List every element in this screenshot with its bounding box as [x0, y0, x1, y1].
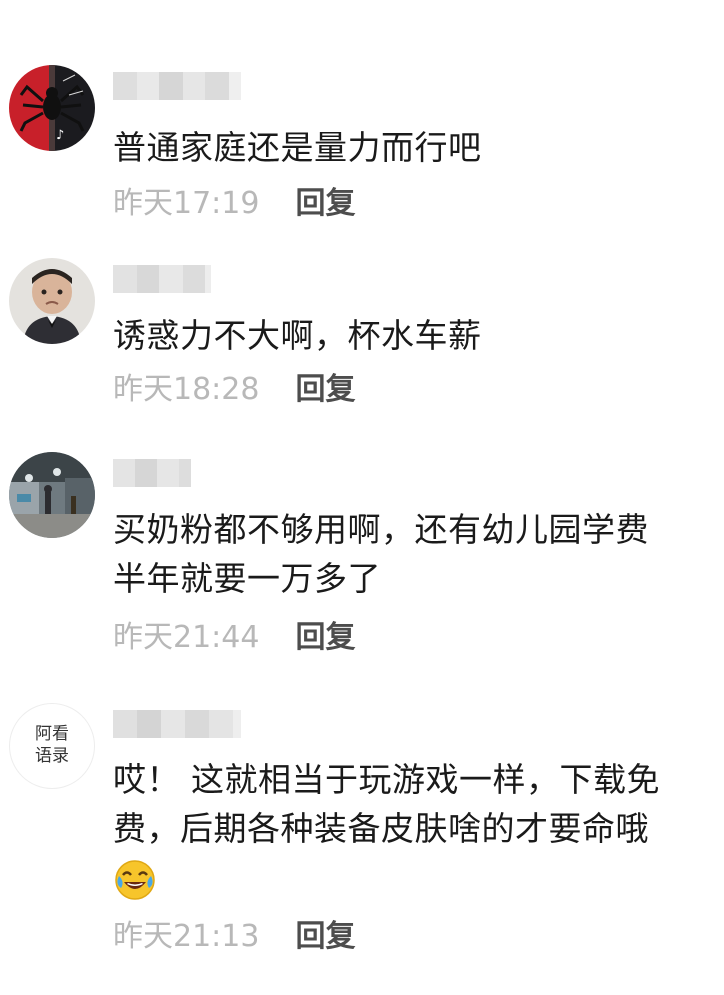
username-blurred[interactable] [113, 72, 241, 100]
reply-button[interactable]: 回复 [295, 184, 355, 224]
avatar-logo-line: 阿看 [35, 724, 69, 744]
avatar-logo-line: 语录 [35, 746, 69, 766]
comment-meta: 昨天18:28 回复 [113, 370, 355, 410]
comment-text-line: 半年就要一万多了 [113, 559, 381, 598]
spiderman-tiktok-avatar-icon[interactable]: ♪ [9, 65, 95, 151]
reply-button[interactable]: 回复 [295, 618, 355, 658]
comment-text-line: 费，后期各种装备皮肤啥的才要命哦 [113, 809, 649, 848]
comment-meta: 昨天21:13 回复 [113, 917, 355, 957]
comment-meta: 昨天21:44 回复 [113, 618, 355, 658]
comment-text: 哎！ 这就相当于玩游戏一样，下载免 费，后期各种装备皮肤啥的才要命哦 [113, 755, 703, 902]
reply-button[interactable]: 回复 [295, 370, 355, 410]
username-blurred[interactable] [113, 459, 191, 487]
username-blurred[interactable] [113, 710, 241, 738]
reply-button[interactable]: 回复 [295, 917, 355, 957]
comment-text: 诱惑力不大啊，杯水车薪 [113, 316, 482, 355]
street-photo-avatar-icon[interactable] [9, 452, 95, 538]
username-blurred[interactable] [113, 265, 211, 293]
child-photo-avatar-icon[interactable] [9, 258, 95, 344]
comment-meta: 昨天17:19 回复 [113, 184, 355, 224]
comment-text: 普通家庭还是量力而行吧 [113, 128, 482, 167]
comment-text: 买奶粉都不够用啊，还有幼儿园学费 半年就要一万多了 [113, 505, 703, 603]
avatar-logo-text: 阿看 语录 [10, 723, 94, 767]
comment-time: 昨天17:19 [113, 186, 260, 221]
comment-time: 昨天21:13 [113, 919, 260, 954]
comment-time: 昨天18:28 [113, 372, 260, 407]
text-logo-avatar-icon[interactable]: 阿看 语录 [9, 703, 95, 789]
svg-text:♪: ♪ [56, 128, 64, 143]
comment-text-line: 哎！ 这就相当于玩游戏一样，下载免 [113, 760, 660, 799]
laughing-tears-emoji-icon [113, 858, 157, 902]
comment-time: 昨天21:44 [113, 620, 260, 655]
comment-text-line: 买奶粉都不够用啊，还有幼儿园学费 [113, 510, 649, 549]
emoji-line [113, 853, 703, 902]
